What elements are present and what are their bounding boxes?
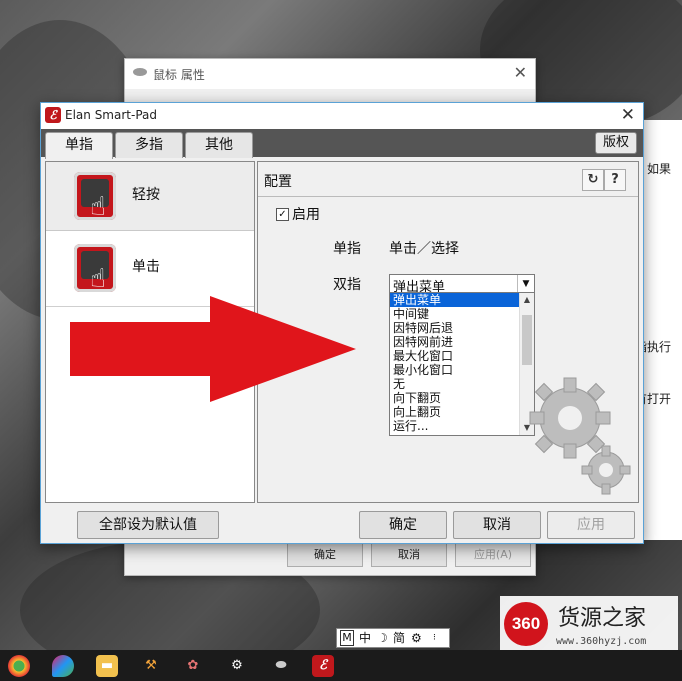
- help-icon[interactable]: ?: [604, 169, 626, 191]
- tab-multi-finger[interactable]: 多指: [115, 132, 183, 158]
- ime-simplified-toggle[interactable]: 简: [393, 629, 405, 647]
- ime-language-toggle[interactable]: 中: [359, 629, 371, 647]
- copyright-button[interactable]: 版权: [595, 132, 637, 154]
- ime-toolbar: M 中 ☽ 简 ⚙ ⁝: [336, 628, 450, 648]
- dropdown-option[interactable]: 最大化窗口: [390, 349, 521, 363]
- watermark-url: www.360hyzj.com: [556, 636, 647, 647]
- mouse-icon: [133, 68, 147, 76]
- moon-icon[interactable]: ☽: [377, 629, 388, 647]
- tab-other[interactable]: 其他: [185, 132, 253, 158]
- window-title: Elan Smart-Pad: [65, 108, 157, 122]
- dropdown-option[interactable]: 弹出菜单: [390, 293, 521, 307]
- close-icon[interactable]: ✕: [621, 105, 635, 125]
- gear-icon[interactable]: ⚙: [411, 629, 422, 647]
- chrome-like-icon[interactable]: [8, 655, 30, 677]
- tab-bar: 单指 多指 其他 版权: [41, 129, 643, 159]
- palette-icon[interactable]: ✿: [182, 655, 204, 677]
- gesture-label: 轻按: [132, 187, 160, 203]
- enable-label: 启用: [292, 207, 320, 223]
- dropdown-list: 弹出菜单 中间键 因特网后退 因特网前进 最大化窗口 最小化窗口 无 向下翻页 …: [389, 292, 535, 436]
- dropdown-option[interactable]: 运行...: [390, 419, 521, 433]
- single-finger-label: 单指: [333, 241, 361, 257]
- scrollbar-thumb[interactable]: [522, 315, 532, 365]
- gesture-item-click[interactable]: ☝ 单击: [46, 234, 254, 302]
- config-title: 配置: [264, 174, 292, 190]
- ime-mode-button[interactable]: M: [340, 630, 354, 646]
- chevron-down-icon[interactable]: ▼: [517, 275, 534, 293]
- dropdown-option[interactable]: 因特网后退: [390, 321, 521, 335]
- scroll-up-icon[interactable]: ▲: [520, 293, 534, 307]
- single-finger-value: 单击／选择: [389, 241, 459, 257]
- paint-icon[interactable]: [52, 655, 74, 677]
- refresh-icon[interactable]: ↻: [582, 169, 604, 191]
- close-icon[interactable]: ✕: [514, 63, 527, 82]
- apply-button[interactable]: 应用: [547, 511, 635, 539]
- dropdown-option[interactable]: 向下翻页: [390, 391, 521, 405]
- broom-icon[interactable]: ⚒: [140, 655, 162, 677]
- apply-button[interactable]: 应用(A): [455, 543, 531, 567]
- click-icon: ☝: [74, 244, 116, 294]
- two-finger-select[interactable]: 弹出菜单 ▼: [389, 274, 535, 295]
- reset-defaults-button[interactable]: 全部设为默认值: [77, 511, 219, 539]
- dropdown-option[interactable]: 因特网前进: [390, 335, 521, 349]
- mouse-icon[interactable]: ⬬: [270, 655, 292, 677]
- dropdown-option[interactable]: 无: [390, 377, 521, 391]
- settings-icon[interactable]: ⚙: [226, 655, 248, 677]
- more-options-icon[interactable]: ⁝: [433, 629, 436, 647]
- elan-logo-icon: ℰ: [45, 107, 61, 123]
- dropdown-option[interactable]: 最小化窗口: [390, 363, 521, 377]
- elan-icon[interactable]: ℰ: [312, 655, 334, 677]
- watermark-name: 货源之家: [558, 606, 647, 631]
- dropdown-option[interactable]: 中间键: [390, 307, 521, 321]
- dropdown-option[interactable]: 向上翻页: [390, 405, 521, 419]
- watermark-logo: 360: [504, 602, 548, 646]
- gesture-item-tap[interactable]: ☝ 轻按: [46, 162, 254, 231]
- cancel-button[interactable]: 取消: [371, 543, 447, 567]
- site-watermark: 360 货源之家 www.360hyzj.com: [500, 596, 678, 656]
- window-title: 鼠标 属性: [153, 68, 205, 82]
- tab-single-finger[interactable]: 单指: [45, 132, 113, 159]
- taskbar: ▬ ⚒ ✿ ⚙ ⬬ ℰ: [0, 650, 682, 681]
- file-explorer-icon[interactable]: ▬: [96, 655, 118, 677]
- titlebar: ℰ Elan Smart-Pad ✕: [41, 103, 643, 129]
- red-arrow-annotation: [70, 296, 356, 402]
- two-finger-label: 双指: [333, 277, 361, 293]
- config-header: 配置 ↻ ?: [258, 162, 638, 197]
- ok-button[interactable]: 确定: [287, 543, 363, 567]
- tap-icon: ☝: [74, 172, 116, 222]
- mouse-properties-titlebar: 鼠标 属性 ✕: [125, 59, 535, 89]
- cancel-button[interactable]: 取消: [453, 511, 541, 539]
- gears-icon: [529, 377, 631, 495]
- enable-checkbox[interactable]: ✓: [276, 208, 289, 221]
- gesture-label: 单击: [132, 259, 160, 275]
- ok-button[interactable]: 确定: [359, 511, 447, 539]
